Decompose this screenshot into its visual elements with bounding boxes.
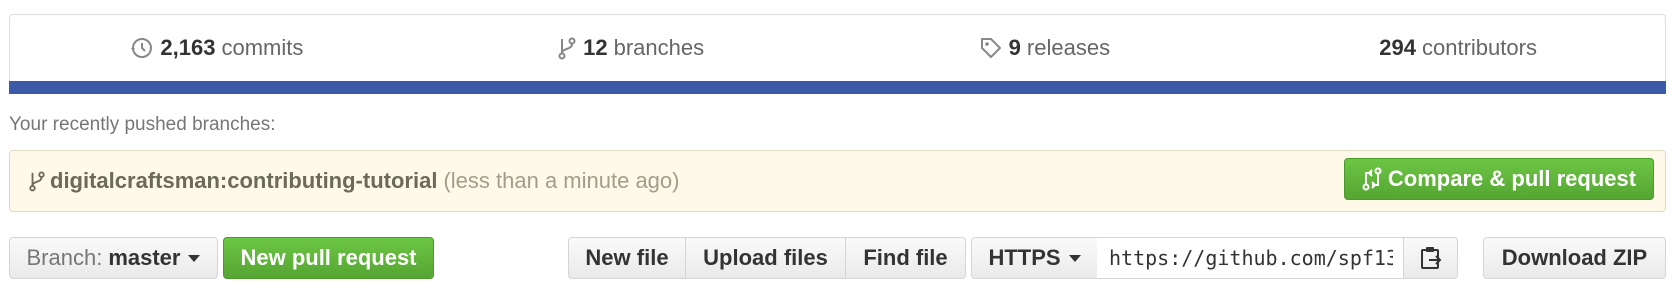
copy-url-button[interactable] — [1403, 237, 1458, 279]
branch-select-button[interactable]: Branch: master — [9, 237, 218, 279]
releases-stat[interactable]: 9 releases — [838, 35, 1252, 61]
commits-label: commits — [221, 35, 304, 60]
clone-url-input[interactable] — [1097, 237, 1405, 279]
releases-count: 9 — [1008, 35, 1021, 60]
contributors-label: contributors — [1422, 35, 1537, 60]
branches-stat[interactable]: 12 branches — [424, 35, 838, 61]
recent-branches-heading: Your recently pushed branches: — [9, 114, 276, 135]
branches-label: branches — [613, 35, 705, 60]
compare-pull-request-button[interactable]: Compare & pull request — [1344, 158, 1654, 200]
new-pull-request-button[interactable]: New pull request — [223, 237, 434, 279]
repo-stats: 2,163 commits 12 branches 9 releases 294… — [9, 14, 1666, 94]
branch-prefix: Branch: — [26, 245, 103, 270]
chevron-down-icon — [188, 254, 201, 262]
git-branch-icon — [29, 171, 45, 192]
download-zip-button[interactable]: Download ZIP — [1483, 237, 1666, 279]
tag-icon — [980, 38, 1001, 58]
clipboard-icon — [1420, 247, 1441, 269]
commits-stat[interactable]: 2,163 commits — [10, 35, 424, 61]
clone-protocol-label: HTTPS — [988, 245, 1061, 270]
compare-label: Compare & pull request — [1387, 166, 1637, 191]
branches-count: 12 — [583, 35, 608, 60]
find-file-button[interactable]: Find file — [846, 237, 966, 279]
git-compare-icon — [1362, 167, 1382, 191]
recent-branch-time: (less than a minute ago) — [443, 168, 680, 193]
contributors-stat[interactable]: 294 contributors — [1251, 35, 1665, 61]
branch-name: master — [108, 245, 181, 270]
upload-files-button[interactable]: Upload files — [686, 237, 846, 279]
chevron-down-icon — [1068, 254, 1081, 262]
git-branch-icon — [558, 37, 576, 60]
recent-branch-name[interactable]: digitalcraftsman:contributing-tutorial — [50, 168, 437, 194]
commits-count: 2,163 — [160, 35, 216, 60]
new-file-button[interactable]: New file — [568, 237, 686, 279]
history-icon — [131, 38, 153, 58]
contributors-count: 294 — [1379, 35, 1416, 60]
clone-protocol-button[interactable]: HTTPS — [971, 237, 1098, 279]
releases-label: releases — [1026, 35, 1111, 60]
language-bar[interactable] — [9, 81, 1666, 94]
